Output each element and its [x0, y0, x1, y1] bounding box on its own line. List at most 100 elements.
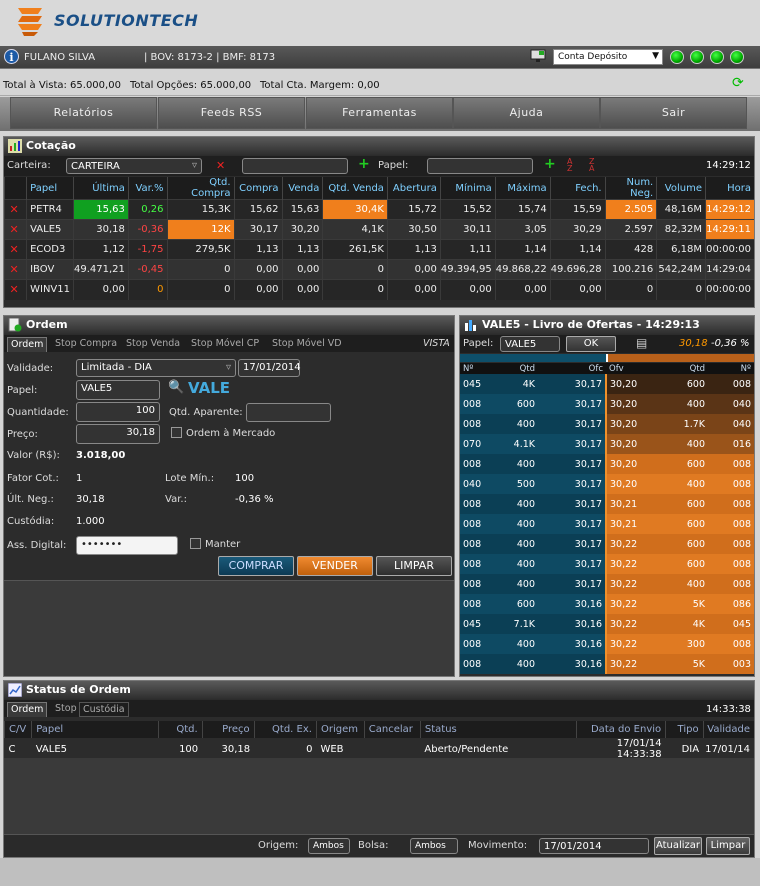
col-var[interactable]: Var.%: [127, 177, 168, 200]
livro-row[interactable]: 008 400 30,17 30,20 600 008: [460, 454, 754, 474]
add-papel-icon[interactable]: +: [544, 156, 556, 172]
info-icon[interactable]: i: [4, 49, 19, 64]
table-row[interactable]: C VALE5 100 30,18 0 WEB Aberto/Pendente …: [5, 738, 755, 760]
table-row[interactable]: ✕ ECOD3 1,12 -1,75 279,5K 1,13 1,13 261,…: [3, 239, 754, 260]
menu-feeds-rss[interactable]: Feeds RSS: [158, 97, 305, 129]
livro-row[interactable]: 008 600 30,16 30,22 5K 086: [460, 594, 754, 614]
livro-row[interactable]: 008 400 30,16 30,22 5K 003: [460, 654, 754, 674]
livro-row[interactable]: 008 400 30,17 30,20 1.7K 040: [460, 414, 754, 434]
remove-row-icon[interactable]: ✕: [9, 263, 18, 276]
col-papel[interactable]: Papel: [26, 177, 74, 200]
quantidade-input[interactable]: 100: [76, 402, 160, 422]
col-qtd-ex[interactable]: Qtd. Ex.: [253, 721, 317, 738]
papel-input[interactable]: [427, 158, 533, 174]
tab-stop-compra[interactable]: Stop Compra: [52, 337, 120, 352]
remove-row-icon[interactable]: ✕: [9, 223, 18, 236]
col-preco[interactable]: Preço: [201, 721, 255, 738]
livro-row[interactable]: 008 400 30,17 30,21 600 008: [460, 514, 754, 534]
livro-row[interactable]: 008 400 30,16 30,22 300 008: [460, 634, 754, 654]
sort-az-icon[interactable]: AZ: [567, 158, 572, 173]
col-ultima[interactable]: Última: [73, 177, 129, 200]
menu-relatorios[interactable]: Relatórios: [10, 97, 157, 129]
col-fech[interactable]: Fech.: [549, 177, 606, 200]
livro-row[interactable]: 040 500 30,17 30,20 400 008: [460, 474, 754, 494]
col-hora[interactable]: Hora: [705, 177, 754, 200]
limpar-filter-button[interactable]: Limpar: [706, 837, 750, 855]
search-icon[interactable]: 🔍: [168, 380, 184, 395]
menu-sair[interactable]: Sair: [600, 97, 747, 129]
table-row[interactable]: ✕ PETR4 15,63 0,26 15,3K 15,62 15,63 30,…: [3, 199, 754, 220]
manter-checkbox[interactable]: [190, 538, 201, 549]
refresh-icon[interactable]: ⟳: [732, 75, 748, 91]
col-papel[interactable]: Papel: [31, 721, 159, 738]
col-cancelar[interactable]: Cancelar: [363, 721, 421, 738]
livro-papel-input[interactable]: VALE5: [500, 336, 560, 352]
col-minima[interactable]: Mínima: [439, 177, 496, 200]
cell-compra: 15,62: [233, 199, 283, 220]
remove-row-icon[interactable]: ✕: [9, 203, 18, 216]
livro-row[interactable]: 045 7.1K 30,16 30,22 4K 045: [460, 614, 754, 634]
menu-ajuda[interactable]: Ajuda: [453, 97, 600, 129]
papel-input[interactable]: VALE5: [76, 380, 160, 400]
col-volume[interactable]: Volume: [656, 177, 706, 200]
ass-digital-input[interactable]: •••••••: [76, 536, 178, 555]
tab-stop-movel-cp[interactable]: Stop Móvel CP: [188, 337, 262, 352]
menu-ferramentas[interactable]: Ferramentas: [306, 97, 453, 129]
tab-stop-movel-vd[interactable]: Stop Móvel VD: [269, 337, 345, 352]
validade-select[interactable]: Limitada - DIA ▿: [76, 359, 236, 377]
atualizar-button[interactable]: Atualizar: [654, 837, 702, 855]
col-abertura[interactable]: Abertura: [386, 177, 441, 200]
livro-row[interactable]: 008 600 30,17 30,20 400 040: [460, 394, 754, 414]
remove-carteira-icon[interactable]: ✕: [216, 159, 225, 172]
limpar-button[interactable]: LIMPAR: [376, 556, 452, 576]
livro-ok-button[interactable]: OK: [566, 336, 616, 352]
cell-maxima: 0,00: [494, 279, 551, 300]
preco-input[interactable]: 30,18: [76, 424, 160, 444]
tab-stop-venda[interactable]: Stop Venda: [123, 337, 183, 352]
sort-za-icon[interactable]: ZA: [589, 158, 594, 173]
livro-row[interactable]: 008 400 30,17 30,22 400 008: [460, 574, 754, 594]
movimento-date-input[interactable]: 17/01/2014: [539, 838, 649, 854]
col-num-neg[interactable]: Num. Neg.: [604, 177, 657, 200]
account-type-select[interactable]: Conta Depósito ▼: [553, 49, 663, 65]
monitor-icon[interactable]: [530, 49, 546, 63]
table-row[interactable]: ✕ WINV11 0,00 0 0 0,00 0,00 0 0,00 0,00 …: [3, 279, 754, 300]
remove-row-icon[interactable]: ✕: [9, 283, 18, 296]
col-venda[interactable]: Venda: [281, 177, 323, 200]
col-compra[interactable]: Compra: [233, 177, 283, 200]
table-row[interactable]: ✕ VALE5 30,18 -0,36 12K 30,17 30,20 4,1K…: [3, 219, 754, 240]
add-carteira-icon[interactable]: +: [358, 156, 370, 172]
ordem-mercado-checkbox[interactable]: [171, 427, 182, 438]
col-qtd-compra[interactable]: Qtd. Compra: [166, 177, 235, 200]
bolsa-select[interactable]: Ambos: [410, 838, 458, 854]
col-data-envio[interactable]: Data do Envio: [575, 721, 666, 738]
col-qtd[interactable]: Qtd.: [158, 721, 203, 738]
tab-stop[interactable]: Stop: [52, 702, 80, 717]
cell-cancelar[interactable]: [364, 738, 420, 760]
origem-select[interactable]: Ambos: [308, 838, 350, 854]
remove-row-icon[interactable]: ✕: [9, 243, 18, 256]
table-row[interactable]: ✕ IBOV 49.471,21 -0,45 0 0,00 0,00 0 0,0…: [3, 259, 754, 280]
tab-ordem[interactable]: Ordem: [7, 702, 48, 717]
vender-button[interactable]: VENDER: [297, 556, 373, 576]
col-tipo[interactable]: Tipo: [665, 721, 704, 738]
livro-row[interactable]: 070 4.1K 30,17 30,20 400 016: [460, 434, 754, 454]
livro-row[interactable]: 008 400 30,17 30,22 600 008: [460, 554, 754, 574]
carteira-select[interactable]: CARTEIRA ▿: [66, 158, 202, 174]
col-qtd-venda[interactable]: Qtd. Venda: [322, 177, 388, 200]
col-maxima[interactable]: Máxima: [494, 177, 551, 200]
col-status[interactable]: Status: [419, 721, 577, 738]
qtd-aparente-input[interactable]: [246, 403, 331, 422]
livro-row[interactable]: 008 400 30,17 30,22 600 008: [460, 534, 754, 554]
carteira-name-input[interactable]: [242, 158, 348, 174]
col-validade[interactable]: Validade: [702, 721, 754, 738]
col-origem[interactable]: Origem: [315, 721, 365, 738]
tab-ordem[interactable]: Ordem: [7, 337, 48, 352]
livro-row[interactable]: 008 400 30,17 30,21 600 008: [460, 494, 754, 514]
livro-row[interactable]: 045 4K 30,17 30,20 600 008: [460, 374, 754, 394]
tab-custodia[interactable]: Custódia: [79, 702, 129, 717]
validade-date-input[interactable]: 17/01/2014: [238, 359, 301, 377]
col-cv[interactable]: C/V: [3, 721, 32, 738]
fator-label: Fator Cot.:: [7, 473, 59, 484]
comprar-button[interactable]: COMPRAR: [218, 556, 294, 576]
